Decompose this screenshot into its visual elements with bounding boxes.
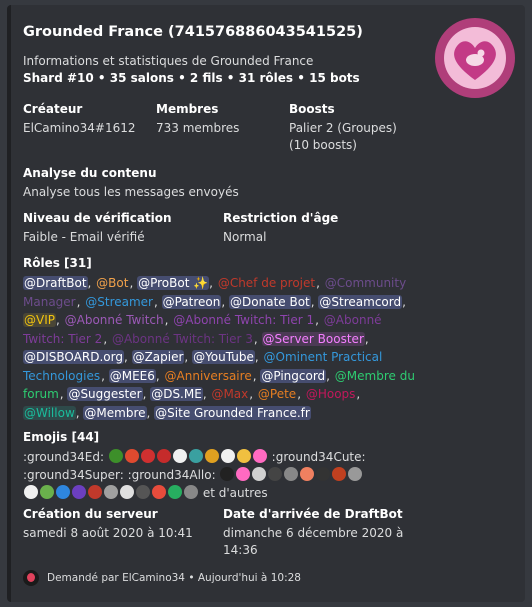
emoji-icon bbox=[252, 449, 267, 463]
stats-text: Shard #10 • 35 salons • 2 fils • 31 rôle… bbox=[23, 71, 360, 85]
role-mention[interactable]: @DraftBot bbox=[23, 276, 88, 290]
emoji-icon bbox=[348, 467, 363, 481]
field-verification-name: Niveau de vérification bbox=[23, 211, 172, 225]
emoji-icon bbox=[204, 449, 219, 463]
footer-text: Demandé par ElCamino34 • Aujourd'hui à 1… bbox=[47, 572, 301, 584]
field-boosts-value: Palier 2 (Groupes) (10 boosts) bbox=[289, 121, 397, 152]
roles-title: Rôles [31] bbox=[23, 256, 92, 270]
server-icon bbox=[435, 18, 515, 98]
description-text: Informations et statistiques de Grounded… bbox=[23, 54, 314, 68]
field-content-name: Analyse du contenu bbox=[23, 166, 157, 180]
emoji-icon bbox=[56, 485, 70, 499]
emoji-row-2: :ground34Super: :ground34Allo: bbox=[23, 466, 415, 484]
emoji-icon bbox=[268, 467, 283, 481]
role-mention[interactable]: @Bot bbox=[95, 276, 129, 290]
emojis-title: Emojis [44] bbox=[23, 430, 100, 444]
emoji-icon bbox=[136, 485, 150, 499]
emoji-icon bbox=[220, 449, 235, 463]
field-age-value: Normal bbox=[223, 230, 267, 244]
field-content-value: Analyse tous les messages envoyés bbox=[23, 185, 239, 199]
emoji-icon bbox=[124, 449, 139, 463]
embed-footer: Demandé par ElCamino34 • Aujourd'hui à 1… bbox=[23, 570, 301, 586]
role-mention[interactable]: @Hoops bbox=[305, 387, 357, 401]
emoji-icon bbox=[108, 449, 123, 463]
role-mention[interactable]: @DISBOARD.org bbox=[23, 350, 124, 364]
emoji-icon bbox=[172, 449, 187, 463]
embed-description: Informations et statistiques de Grounded… bbox=[23, 53, 403, 87]
role-mention[interactable]: @Suggester bbox=[67, 387, 143, 401]
field-creator-value: ElCamino34#1612 bbox=[23, 121, 136, 135]
role-mention[interactable]: @VIP bbox=[23, 313, 56, 327]
role-mention[interactable]: @Abonné Twitch bbox=[64, 313, 165, 327]
emoji-icon bbox=[24, 485, 38, 499]
emoji-icon bbox=[120, 485, 134, 499]
role-mention[interactable]: @Pete bbox=[257, 387, 297, 401]
emoji-icon bbox=[188, 449, 203, 463]
field-boosts-name: Boosts bbox=[289, 102, 335, 116]
role-mention[interactable]: @Patreon bbox=[161, 294, 222, 309]
role-mention[interactable]: @Abonné Twitch: Tier 3 bbox=[111, 332, 254, 346]
role-mention[interactable]: @Streamer bbox=[84, 295, 154, 309]
emoji-icon bbox=[152, 485, 166, 499]
field-age-name: Restriction d'âge bbox=[223, 211, 339, 225]
field-joined-name: Date d'arrivée de DraftBot bbox=[223, 507, 403, 521]
emoji-icon bbox=[252, 467, 267, 481]
role-mention[interactable]: @YouTube bbox=[192, 350, 255, 364]
role-mention[interactable]: @Pingcord bbox=[260, 368, 327, 383]
role-mention[interactable]: @Willow bbox=[23, 405, 76, 420]
emoji-icon bbox=[332, 467, 347, 481]
role-mention[interactable]: @Abonné Twitch: Tier 1 bbox=[172, 313, 315, 327]
emoji-row-1: :ground34Ed: :ground34Cute: bbox=[23, 449, 366, 464]
emoji-icon bbox=[104, 485, 118, 499]
emoji-icon bbox=[220, 467, 235, 481]
role-mention[interactable]: @Anniversaire bbox=[164, 369, 253, 383]
role-mention[interactable]: @ProBot ✨ bbox=[137, 276, 210, 290]
emoji-icon bbox=[236, 467, 251, 481]
role-mention[interactable]: @Streamcord bbox=[318, 294, 403, 309]
emojis-tail: et d'autres bbox=[202, 486, 268, 500]
role-mention[interactable]: @Membre bbox=[83, 405, 147, 420]
role-mention[interactable]: @Zapier bbox=[131, 350, 185, 364]
emojis-list: :ground34Ed: :ground34Cute: :ground34Sup… bbox=[23, 448, 415, 502]
field-members-name: Membres bbox=[156, 102, 219, 116]
field-created-value: samedi 8 août 2020 à 10:41 bbox=[23, 526, 193, 540]
emoji-icon bbox=[140, 449, 155, 463]
field-members-value: 733 membres bbox=[156, 121, 240, 135]
role-mention[interactable]: @MEE6 bbox=[108, 368, 156, 383]
field-creator-name: Créateur bbox=[23, 102, 83, 116]
emoji-icon bbox=[300, 467, 315, 481]
emoji-icon bbox=[88, 485, 102, 499]
server-info-embed: Grounded France (741576886043541525) Inf… bbox=[7, 5, 525, 602]
role-mention[interactable]: @Chef de projet bbox=[217, 276, 316, 290]
emoji-icon bbox=[316, 467, 331, 481]
field-verification-value: Faible - Email vérifié bbox=[23, 230, 145, 244]
emoji-icon bbox=[40, 485, 54, 499]
role-mention[interactable]: @Server Booster bbox=[261, 331, 365, 346]
emoji-icon bbox=[72, 485, 86, 499]
field-created-name: Création du serveur bbox=[23, 507, 158, 521]
roles-list: @DraftBot, @Bot, @ProBot ✨, @Chef de pro… bbox=[23, 276, 415, 420]
emoji-icon bbox=[156, 449, 171, 463]
requester-avatar bbox=[23, 570, 39, 586]
field-joined-value: dimanche 6 décembre 2020 à 14:36 bbox=[223, 526, 404, 557]
role-mention[interactable]: @Site Grounded France.fr bbox=[154, 405, 311, 420]
emoji-row-3: et d'autres bbox=[23, 484, 415, 502]
role-mention[interactable]: @DS.ME bbox=[150, 387, 203, 401]
embed-title: Grounded France (741576886043541525) bbox=[23, 24, 363, 40]
role-mention[interactable]: @Max bbox=[210, 387, 249, 401]
emoji-icon bbox=[168, 485, 182, 499]
emoji-icon bbox=[284, 467, 299, 481]
emoji-icon bbox=[184, 485, 198, 499]
emoji-icon bbox=[236, 449, 251, 463]
role-mention[interactable]: @Donate Bot bbox=[229, 294, 311, 309]
